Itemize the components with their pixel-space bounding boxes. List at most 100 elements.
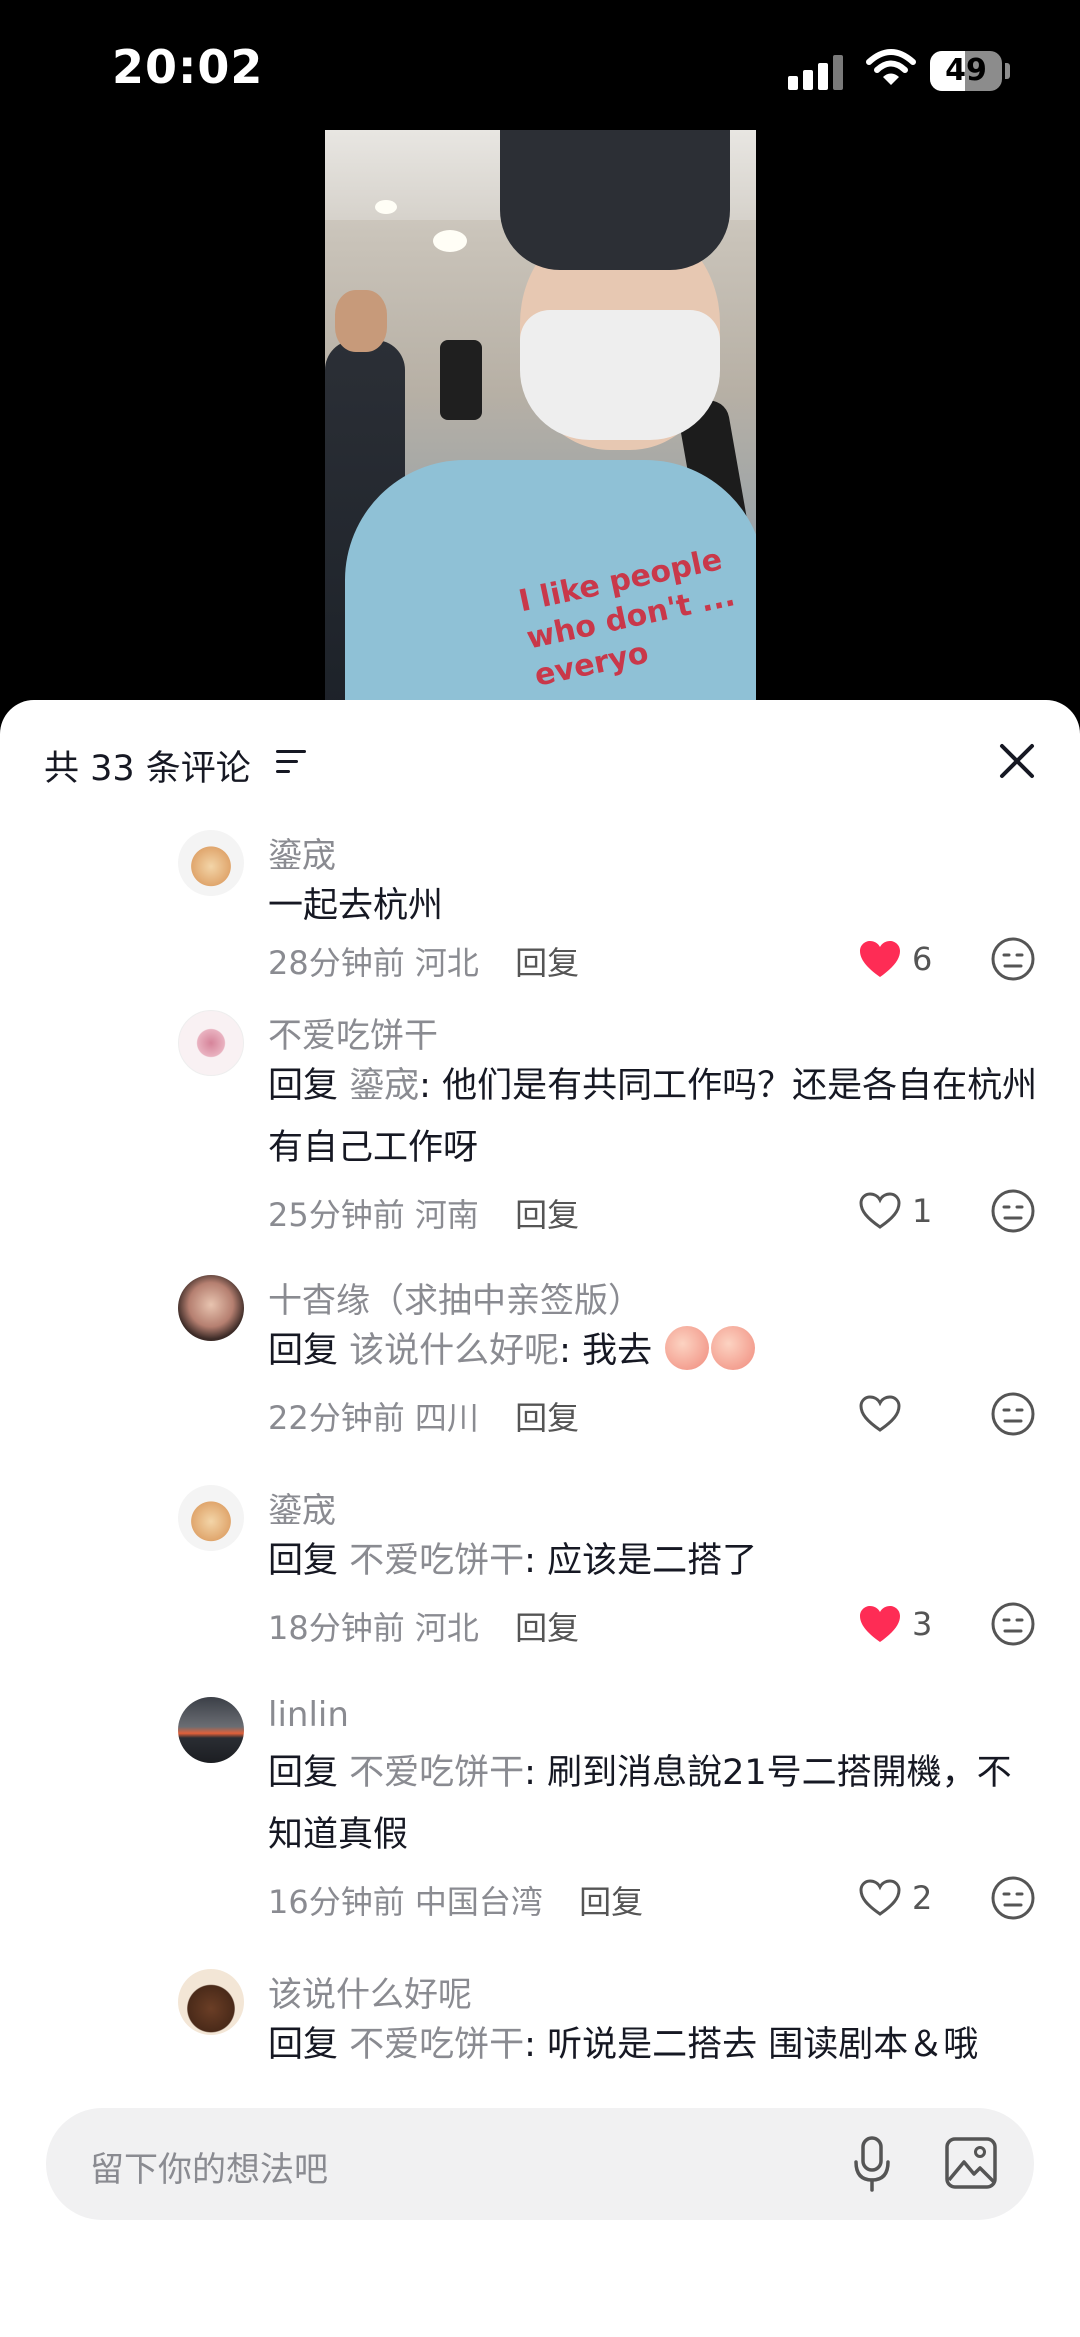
reply-button[interactable]: 回复 [579,1883,643,1921]
reply-prefix: 回复 [268,1066,339,1106]
avatar[interactable] [178,1275,244,1341]
emoji-reaction-icon[interactable] [990,1391,1036,1437]
comment-meta: 18分钟前 河北 回复 [268,1603,579,1649]
comment-text: 回复 不爱吃饼干: 应该是二搭了 [268,1530,1038,1592]
heart-outline-icon [859,1395,901,1432]
reply-button[interactable]: 回复 [515,1399,579,1437]
avatar[interactable] [178,1010,244,1076]
comment-meta: 16分钟前 中国台湾 回复 [268,1877,643,1923]
comment-item: linlin 回复 不爱吃饼干: 刷到消息說21号二搭開機，不知道真假 16分钟… [0,1687,1080,1959]
mention-username[interactable]: 鎏宬 [349,1066,419,1106]
peach-emoji-icon [711,1326,756,1370]
reply-prefix: 回复 [268,1541,339,1581]
comment-item: 鎏宬 一起去杭州 28分钟前 河北 回复 6 [0,820,1080,1000]
video-light [433,230,467,252]
cellular-signal-icon [788,54,844,90]
avatar[interactable] [178,1697,244,1763]
comment-text-content: : 应该是二搭了 [524,1541,758,1581]
reply-prefix: 回复 [268,1753,339,1793]
reply-button[interactable]: 回复 [515,1609,579,1647]
heart-outline-icon [859,1192,901,1229]
comment-text: 回复 不爱吃饼干: 刷到消息說21号二搭開機，不知道真假 [268,1742,1038,1866]
mention-username[interactable]: 不爱吃饼干 [349,2025,524,2065]
comment-username[interactable]: 鎏宬 [268,828,336,877]
comment-text: 回复 该说什么好呢: 我去 [268,1320,1038,1382]
comment-username[interactable]: 鎏宬 [268,1483,336,1532]
like-button[interactable]: 6 [858,934,958,984]
reply-button[interactable]: 回复 [515,944,579,982]
comment-input-bar[interactable]: 留下你的想法吧 [46,2108,1034,2220]
comment-time: 25分钟前 [268,1196,405,1234]
reply-prefix: 回复 [268,2025,339,2065]
heart-filled-icon [860,941,900,977]
avatar[interactable] [178,1969,244,2035]
comment-location: 河南 [414,1196,479,1234]
heart-filled-icon [860,1606,900,1642]
comment-username[interactable]: 不爱吃饼干 [268,1008,438,1057]
comment-list[interactable]: 鎏宬 一起去杭州 28分钟前 河北 回复 6 不爱吃饼干 回复 鎏宬: 他们是有… [0,820,1080,2088]
image-icon[interactable] [944,2136,998,2190]
video-background-head [335,290,387,352]
emoji-reaction-icon[interactable] [990,936,1036,982]
battery-level: 49 [945,53,987,88]
comment-text: 回复 不爱吃饼干: 听说是二搭去 围读剧本＆哦 [268,2014,1038,2076]
sort-icon[interactable] [276,750,306,776]
comment-item: 十杳缘（求抽中亲签版） 回复 该说什么好呢: 我去 22分钟前 四川 回复 [0,1265,1080,1475]
reply-button[interactable]: 回复 [515,1196,579,1234]
comment-text: 回复 鎏宬: 他们是有共同工作吗？还是各自在杭州有自己工作呀 [268,1055,1038,1179]
comment-meta: 22分钟前 四川 回复 [268,1393,579,1439]
comment-meta: 28分钟前 河北 回复 [268,938,579,984]
status-time: 20:02 [112,40,264,94]
like-count: 3 [912,1605,933,1643]
comment-location: 河北 [414,944,479,982]
avatar[interactable] [178,1485,244,1551]
comment-item: 不爱吃饼干 回复 鎏宬: 他们是有共同工作吗？还是各自在杭州有自己工作呀 25分… [0,1000,1080,1265]
wifi-icon [866,49,916,85]
like-count: 2 [912,1879,933,1917]
comment-username[interactable]: 该说什么好呢 [268,1967,472,2016]
like-button[interactable]: 3 [858,1599,958,1649]
comment-time: 16分钟前 [268,1883,405,1921]
avatar[interactable] [178,830,244,896]
video-mask [520,310,720,440]
video-phone [440,340,482,420]
comment-text-content: : 听说是二搭去 围读剧本＆哦 [524,2025,979,2065]
emoji-reaction-icon[interactable] [990,1601,1036,1647]
comment-time: 28分钟前 [268,944,405,982]
comment-username[interactable]: linlin [268,1695,349,1735]
emoji-reaction-icon[interactable] [990,1875,1036,1921]
comment-item: 该说什么好呢 回复 不爱吃饼干: 听说是二搭去 围读剧本＆哦 [0,1959,1080,2088]
comment-meta: 25分钟前 河南 回复 [268,1190,579,1236]
comment-count: 共 33 条评论 [44,749,251,789]
battery-icon: 49 [930,51,1002,91]
like-button[interactable]: 1 [858,1186,958,1236]
like-button[interactable]: 2 [858,1873,958,1923]
mention-username[interactable]: 不爱吃饼干 [349,1541,524,1581]
video-cap [500,130,730,270]
status-bar: 20:02 49 [0,0,1080,130]
heart-outline-icon [859,1879,901,1916]
comment-location: 河北 [414,1609,479,1647]
like-button[interactable] [858,1389,958,1439]
comment-sheet: 共 33 条评论 鎏宬 一起去杭州 28分钟前 河北 回复 6 不爱吃饼干 回复… [0,700,1080,2337]
mic-icon[interactable] [852,2134,892,2194]
comment-sheet-header: 共 33 条评论 [0,700,1080,820]
comment-input-placeholder[interactable]: 留下你的想法吧 [90,2142,328,2191]
comment-location: 中国台湾 [414,1883,543,1921]
close-icon[interactable] [992,736,1042,786]
comment-time: 18分钟前 [268,1609,405,1647]
like-count: 6 [912,940,933,978]
video-player[interactable]: I like people who don't ... everyo [325,130,756,710]
peach-emoji-icon [665,1326,710,1370]
mention-username[interactable]: 不爱吃饼干 [349,1753,524,1793]
comment-time: 22分钟前 [268,1399,405,1437]
video-light [375,200,397,214]
comment-location: 四川 [414,1399,479,1437]
battery-cap [1005,63,1010,79]
comment-username[interactable]: 十杳缘（求抽中亲签版） [268,1273,642,1322]
emoji-reaction-icon[interactable] [990,1188,1036,1234]
reply-prefix: 回复 [268,1331,339,1371]
like-count: 1 [912,1192,933,1230]
mention-username[interactable]: 该说什么好呢 [349,1331,559,1371]
comment-text: 一起去杭州 [268,886,444,926]
